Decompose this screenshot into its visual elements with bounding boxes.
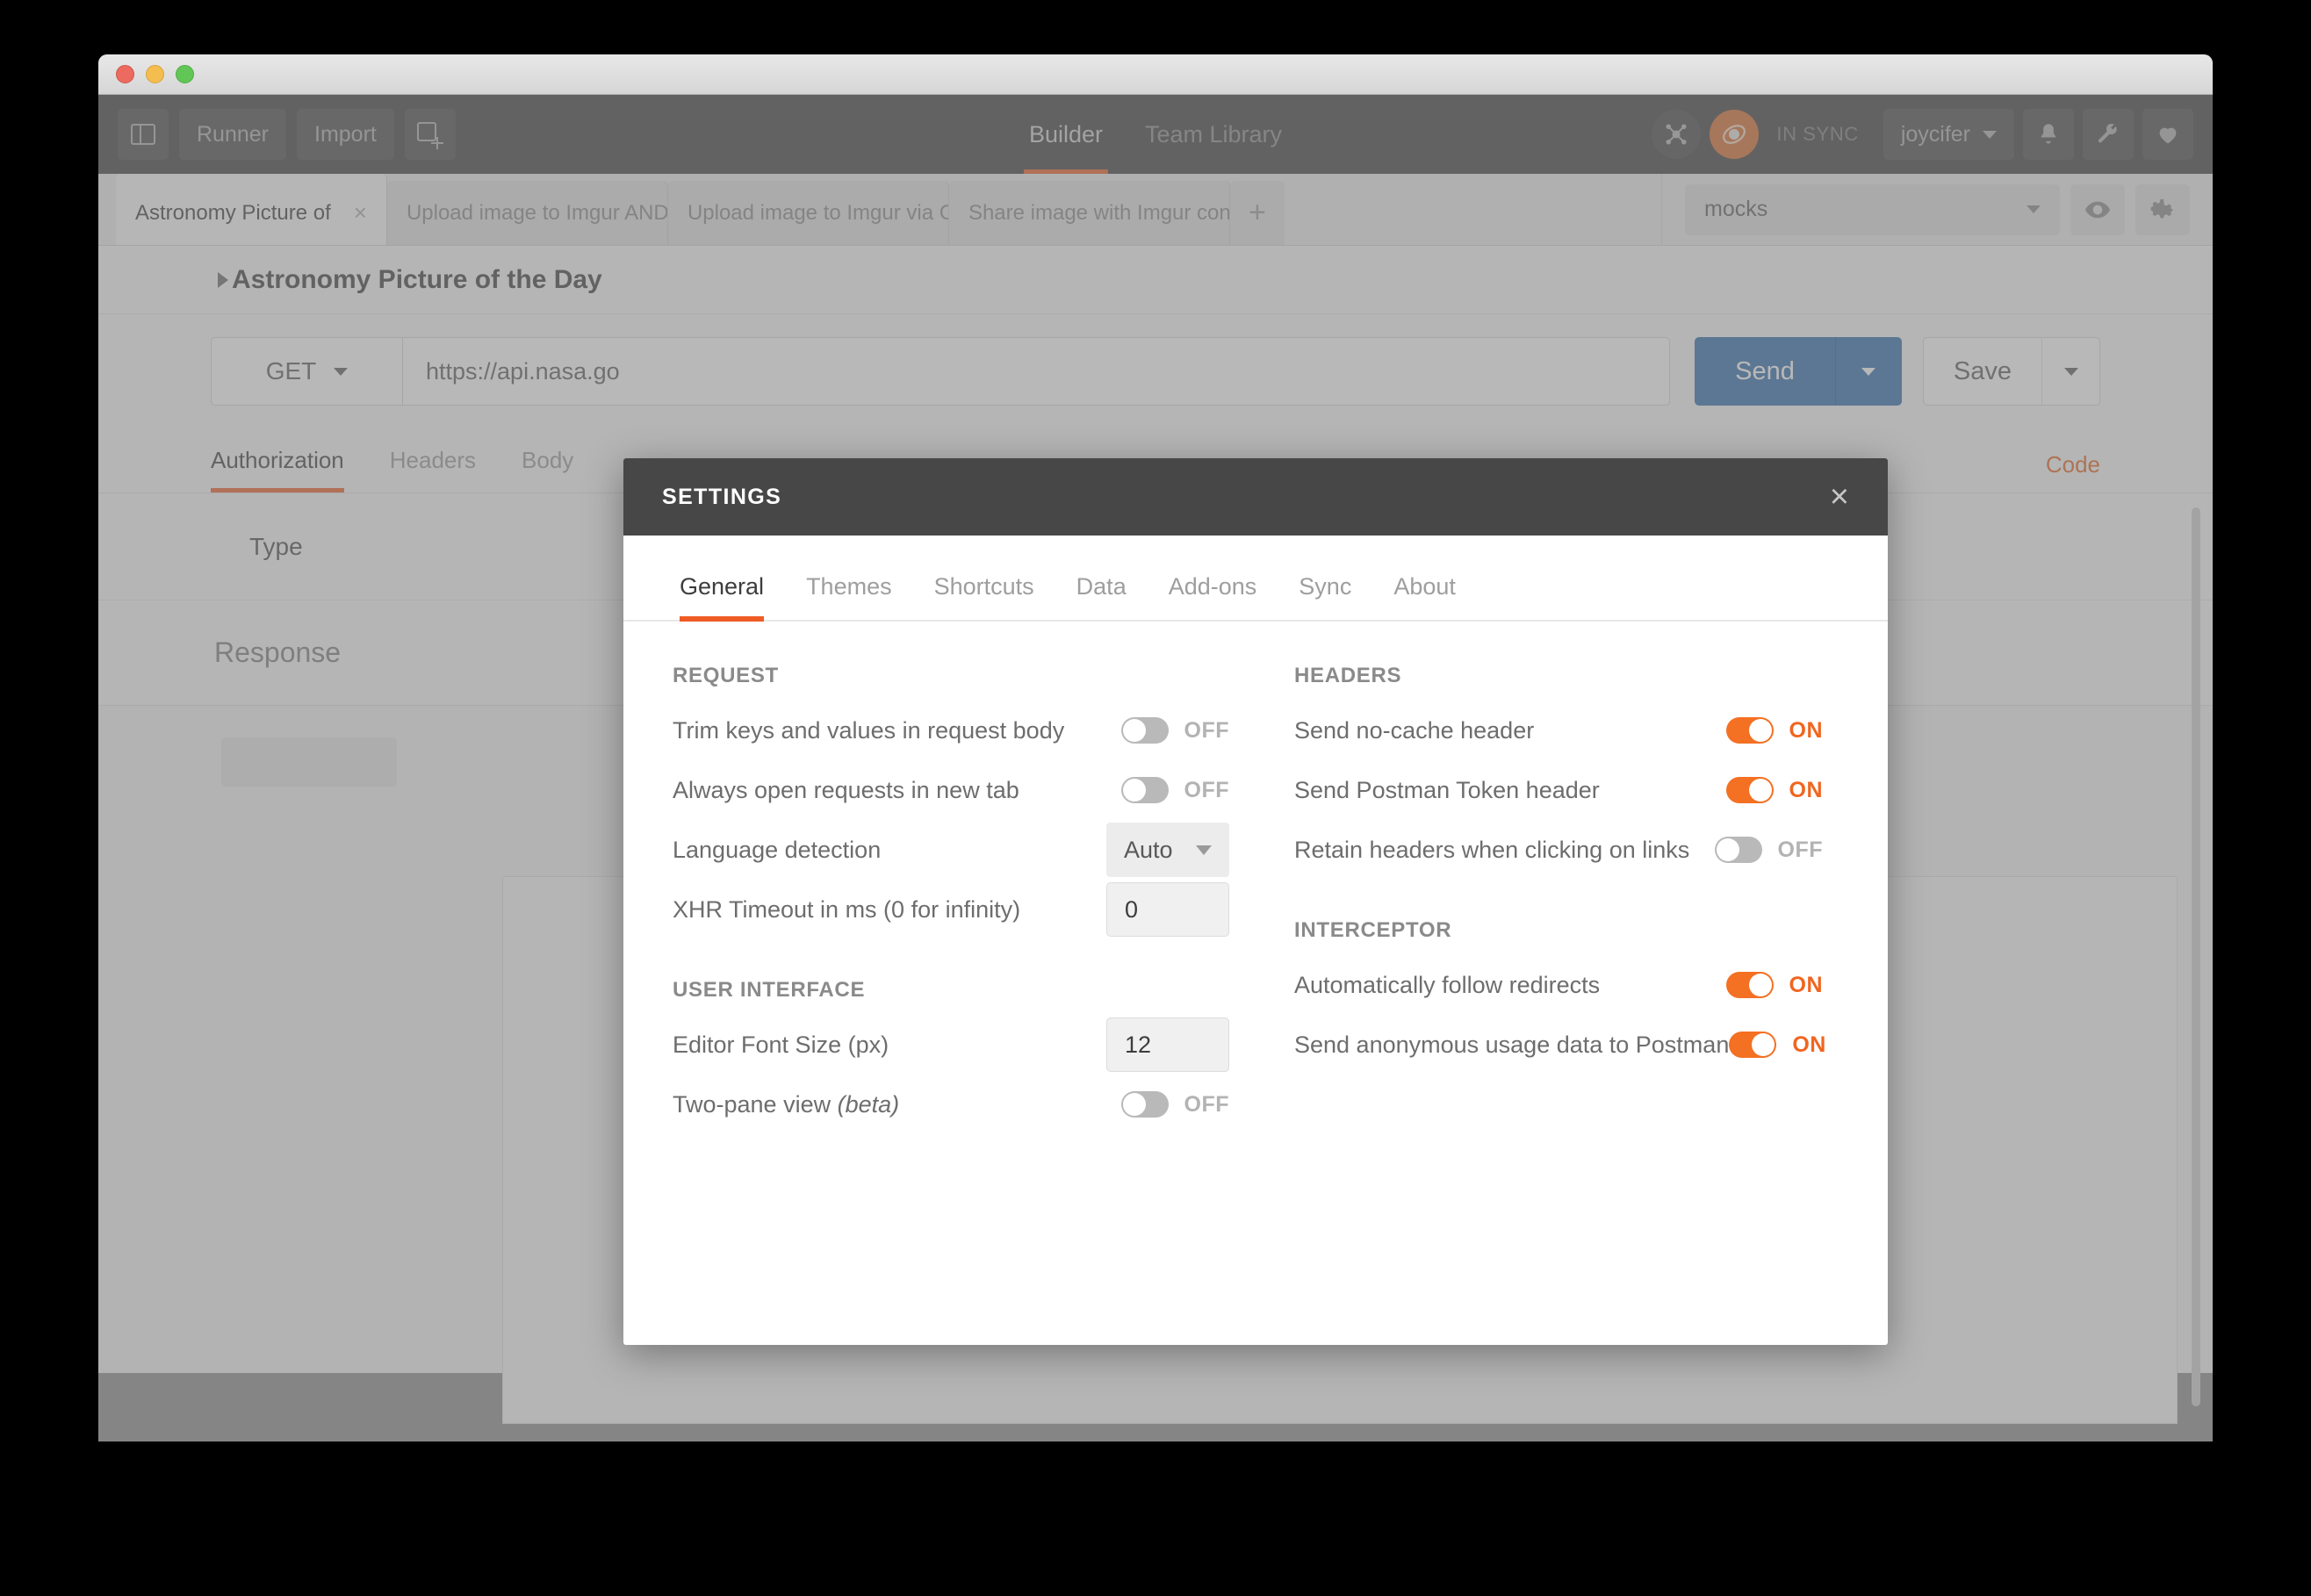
always-open-new-tab-toggle[interactable] — [1120, 777, 1169, 803]
setting-label-beta: (beta) — [837, 1090, 900, 1118]
setting-two-pane-view: Two-pane view (beta) OFF — [662, 1075, 1229, 1134]
setting-label: XHR Timeout in ms (0 for infinity) — [673, 895, 1021, 923]
setting-control: 0 — [1106, 882, 1229, 937]
close-window-button[interactable] — [116, 65, 134, 83]
setting-label: Trim keys and values in request body — [673, 716, 1065, 744]
send-no-cache-toggle[interactable] — [1725, 717, 1774, 744]
settings-tab-label: About — [1393, 573, 1456, 600]
window-titlebar — [98, 54, 2213, 95]
toggle-state-label: OFF — [1777, 837, 1823, 862]
send-postman-token-toggle[interactable] — [1725, 777, 1774, 803]
settings-tab-label: Shortcuts — [933, 573, 1034, 600]
settings-tab-data[interactable]: Data — [1055, 573, 1148, 620]
setting-control: OFF — [1120, 717, 1230, 744]
group-title-request: REQUEST — [673, 664, 779, 687]
app-body: Runner Import Builder Team Library — [98, 95, 2213, 1441]
xhr-timeout-value: 0 — [1125, 895, 1139, 923]
follow-redirects-toggle[interactable] — [1725, 972, 1774, 998]
settings-tab-themes[interactable]: Themes — [785, 573, 913, 620]
setting-always-open-new-tab: Always open requests in new tab OFF — [662, 760, 1229, 820]
toggle-state-label: OFF — [1184, 777, 1229, 802]
setting-label: Editor Font Size (px) — [673, 1031, 889, 1058]
settings-tab-general[interactable]: General — [662, 573, 785, 622]
settings-tab-shortcuts[interactable]: Shortcuts — [913, 573, 1055, 620]
trim-keys-toggle[interactable] — [1120, 717, 1169, 744]
setting-control: ON — [1725, 972, 1824, 998]
xhr-timeout-input[interactable]: 0 — [1106, 882, 1229, 937]
retain-headers-toggle[interactable] — [1714, 837, 1762, 863]
setting-control: 12 — [1106, 1017, 1229, 1072]
postman-app-window: Runner Import Builder Team Library — [98, 54, 2213, 1441]
close-icon[interactable]: × — [1830, 480, 1849, 514]
setting-trim-keys-values: Trim keys and values in request body OFF — [662, 701, 1229, 760]
setting-control: Auto — [1106, 823, 1229, 877]
setting-editor-font-size: Editor Font Size (px) 12 — [662, 1015, 1229, 1075]
setting-follow-redirects: Automatically follow redirects ON — [1284, 955, 1823, 1015]
setting-send-no-cache-header: Send no-cache header ON — [1284, 701, 1823, 760]
setting-label: Send anonymous usage data to Postman — [1294, 1031, 1730, 1058]
settings-tab-label: General — [680, 573, 765, 600]
settings-tab-about[interactable]: About — [1372, 573, 1477, 620]
group-title-user-interface: USER INTERFACE — [673, 978, 866, 1002]
settings-right-column: HEADERS Send no-cache header ON Send Pos… — [1256, 664, 1849, 1345]
setting-label: Retain headers when clicking on links — [1294, 836, 1690, 863]
setting-label: Automatically follow redirects — [1294, 971, 1601, 998]
send-usage-data-toggle[interactable] — [1729, 1032, 1777, 1058]
setting-label: Language detection — [673, 836, 882, 863]
chevron-down-icon — [1196, 845, 1212, 855]
setting-send-anonymous-usage-data: Send anonymous usage data to Postman ON — [1284, 1015, 1826, 1075]
group-title-headers: HEADERS — [1294, 664, 1402, 687]
group-title-interceptor: INTERCEPTOR — [1294, 918, 1452, 942]
settings-tab-label: Add-ons — [1168, 573, 1257, 600]
settings-modal-body: REQUEST Trim keys and values in request … — [623, 622, 1888, 1345]
setting-control: OFF — [1120, 1091, 1230, 1118]
setting-retain-headers: Retain headers when clicking on links OF… — [1284, 820, 1823, 880]
setting-label: Two-pane view (beta) — [673, 1091, 899, 1118]
setting-control: OFF — [1714, 837, 1824, 863]
toggle-state-label: OFF — [1184, 1091, 1229, 1117]
settings-modal-title: SETTINGS — [662, 484, 782, 509]
setting-language-detection: Language detection Auto — [662, 820, 1229, 880]
minimize-window-button[interactable] — [146, 65, 164, 83]
setting-label: Send no-cache header — [1294, 716, 1535, 744]
two-pane-view-toggle[interactable] — [1120, 1091, 1169, 1118]
language-detection-value: Auto — [1124, 836, 1173, 863]
setting-send-postman-token-header: Send Postman Token header ON — [1284, 760, 1823, 820]
maximize-window-button[interactable] — [176, 65, 194, 83]
toggle-state-label: ON — [1789, 972, 1823, 997]
settings-left-column: REQUEST Trim keys and values in request … — [662, 664, 1256, 1345]
toggle-state-label: OFF — [1184, 717, 1229, 743]
setting-label: Always open requests in new tab — [673, 776, 1019, 803]
editor-font-size-input[interactable]: 12 — [1106, 1017, 1229, 1072]
setting-xhr-timeout: XHR Timeout in ms (0 for infinity) 0 — [662, 880, 1229, 939]
settings-tab-sync[interactable]: Sync — [1278, 573, 1372, 620]
setting-control: OFF — [1120, 777, 1230, 803]
language-detection-select[interactable]: Auto — [1106, 823, 1229, 877]
toggle-state-label: ON — [1792, 1032, 1826, 1057]
setting-label-text: Two-pane view — [673, 1090, 838, 1118]
setting-control: ON — [1725, 777, 1824, 803]
setting-label: Send Postman Token header — [1294, 776, 1600, 803]
toggle-state-label: ON — [1789, 717, 1823, 743]
setting-control: ON — [1729, 1032, 1826, 1058]
setting-control: ON — [1725, 717, 1824, 744]
settings-modal: SETTINGS × General Themes Shortcuts Data… — [623, 458, 1888, 1345]
settings-tab-label: Data — [1076, 573, 1127, 600]
settings-tab-label: Themes — [806, 573, 892, 600]
settings-modal-header: SETTINGS × — [623, 458, 1888, 536]
settings-tab-label: Sync — [1299, 573, 1352, 600]
settings-modal-tabs: General Themes Shortcuts Data Add-ons Sy… — [623, 536, 1888, 622]
editor-font-size-value: 12 — [1125, 1031, 1152, 1058]
toggle-state-label: ON — [1789, 777, 1823, 802]
settings-tab-addons[interactable]: Add-ons — [1148, 573, 1278, 620]
